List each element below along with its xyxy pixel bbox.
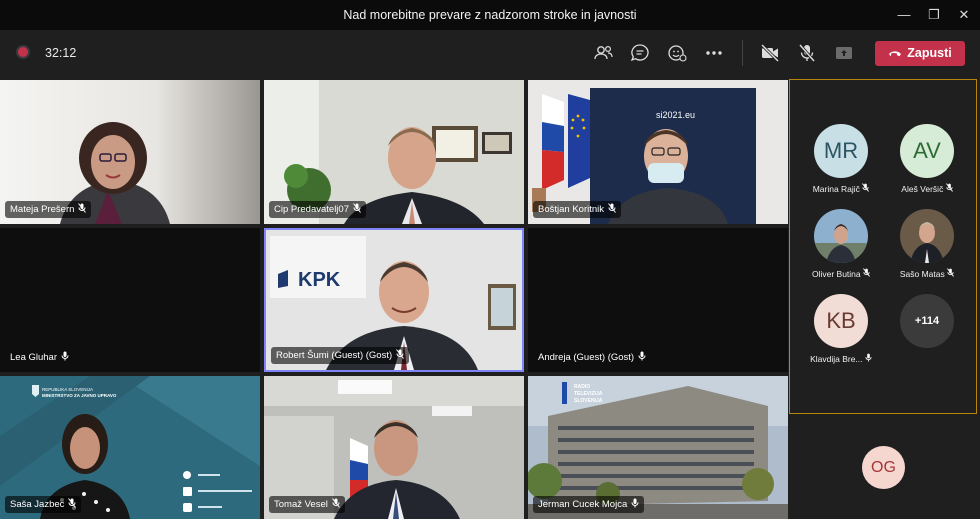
- share-screen-icon: [836, 47, 852, 59]
- leave-label: Zapusti: [907, 46, 952, 60]
- mic-off-icon: [945, 183, 953, 192]
- video-tile-lea[interactable]: Lea Gluhar: [0, 228, 260, 372]
- video-tile-tomaz[interactable]: Tomaž Vesel: [264, 376, 524, 519]
- mic-off-icon: [863, 268, 870, 277]
- more-participants-button[interactable]: +114: [900, 294, 954, 348]
- rtv-line-3: SLOVENIJA: [574, 398, 603, 404]
- kpk-logo-text: KPK: [298, 269, 341, 291]
- mic-off-icon: [608, 203, 616, 216]
- mic-toggle-button[interactable]: [794, 41, 820, 65]
- video-tile-andreja[interactable]: Andreja (Guest) (Gost): [528, 228, 788, 372]
- self-avatar[interactable]: OG: [862, 446, 905, 489]
- video-tile-bostjan[interactable]: si2021.eu Boštjan Koritnik: [528, 80, 788, 224]
- participant-roster: MR Marina Rajič AV Aleš Veršič Oliver Bu…: [789, 79, 977, 414]
- mic-off-icon: [78, 203, 87, 216]
- chat-icon: [630, 44, 649, 62]
- ministry-line-1: REPUBLIKA SLOVENIJA: [42, 387, 93, 392]
- rtv-line-1: RADIO: [574, 384, 590, 390]
- video-tile-jerman[interactable]: RADIO TELEVIZIJA SLOVENIJA Jerman Cucek …: [528, 376, 788, 519]
- mic-icon: [638, 351, 646, 364]
- chat-button[interactable]: [627, 41, 653, 65]
- participant-name: Robert Šumi (Guest) (Gost): [271, 347, 410, 364]
- camera-off-icon: [760, 43, 780, 63]
- hang-up-icon: [889, 51, 902, 57]
- raise-hand-icon: [668, 45, 687, 62]
- mic-off-icon: [68, 498, 77, 511]
- rtv-line-2: TELEVIZIJA: [574, 391, 603, 397]
- leave-button[interactable]: Zapusti: [875, 41, 965, 66]
- video-tile-robert[interactable]: KPK Robert Šumi (Guest) (Gost): [264, 228, 524, 372]
- roster-name: Aleš Veršič: [882, 183, 972, 194]
- video-tile-sasa[interactable]: REPUBLIKA SLOVENIJA MINISTRSTVO ZA JAVNO…: [0, 376, 260, 519]
- participants-button[interactable]: [590, 41, 616, 65]
- window-title: Nad morebitne prevare z nadzorom stroke …: [343, 8, 637, 22]
- mic-off-icon: [947, 268, 955, 277]
- participant-name: Boštjan Koritnik: [533, 201, 622, 218]
- roster-person-oliver[interactable]: Oliver Butina: [796, 209, 886, 279]
- close-window-button[interactable]: ✕: [955, 6, 973, 24]
- roster-name: Klavdija Bre...: [796, 353, 886, 364]
- participant-name: Andreja (Guest) (Gost): [533, 349, 651, 366]
- mic-off-icon: [331, 498, 340, 511]
- roster-name: Oliver Butina: [796, 268, 886, 279]
- avatar: AV: [900, 124, 954, 178]
- participant-name: Tomaž Vesel: [269, 496, 345, 513]
- avatar-photo: [814, 209, 868, 263]
- minimize-button[interactable]: —: [895, 6, 913, 24]
- meeting-toolbar: 32:12 Zapusti: [0, 30, 980, 78]
- video-tile-mateja[interactable]: Mateja Prešern: [0, 80, 260, 224]
- participant-name: Lea Gluhar: [5, 349, 74, 366]
- more-actions-button[interactable]: [701, 41, 727, 65]
- roster-person-klavdija[interactable]: KB Klavdija Bre...: [796, 294, 886, 364]
- roster-person-ales[interactable]: AV Aleš Veršič: [882, 124, 972, 194]
- participant-name: Cip Predavatelj07: [269, 201, 366, 218]
- avatar-photo: [900, 209, 954, 263]
- share-button[interactable]: [831, 41, 857, 65]
- roster-name: Marina Rajič: [796, 183, 886, 194]
- mic-off-icon: [396, 349, 405, 362]
- si2021-logo-text: si2021.eu: [656, 110, 695, 120]
- mic-icon: [631, 498, 639, 511]
- video-tile-cip[interactable]: Cip Predavatelj07: [264, 80, 524, 224]
- people-icon: [594, 45, 613, 60]
- ministry-line-2: MINISTRSTVO ZA JAVNO UPRAVO: [42, 393, 117, 398]
- mic-icon: [61, 351, 69, 364]
- camera-toggle-button[interactable]: [757, 41, 783, 65]
- mic-off-icon: [862, 183, 870, 192]
- participant-name: Mateja Prešern: [5, 201, 92, 218]
- mic-off-icon: [798, 44, 816, 62]
- meeting-timer: 32:12: [45, 46, 77, 60]
- roster-person-saso[interactable]: Sašo Matas: [882, 209, 972, 279]
- reactions-button[interactable]: [664, 41, 690, 65]
- roster-person-marina[interactable]: MR Marina Rajič: [796, 124, 886, 194]
- participant-name: Saša Jazbec: [5, 496, 82, 513]
- title-bar: Nad morebitne prevare z nadzorom stroke …: [0, 0, 980, 30]
- avatar: MR: [814, 124, 868, 178]
- mic-off-icon: [353, 203, 361, 216]
- ellipsis-icon: [706, 51, 722, 55]
- avatar: KB: [814, 294, 868, 348]
- maximize-button[interactable]: ❐: [925, 6, 943, 24]
- roster-name: Sašo Matas: [882, 268, 972, 279]
- toolbar-divider: [742, 40, 743, 66]
- mic-icon: [865, 353, 872, 362]
- recording-icon: [18, 47, 28, 57]
- participant-name: Jerman Cucek Mojca: [533, 496, 645, 513]
